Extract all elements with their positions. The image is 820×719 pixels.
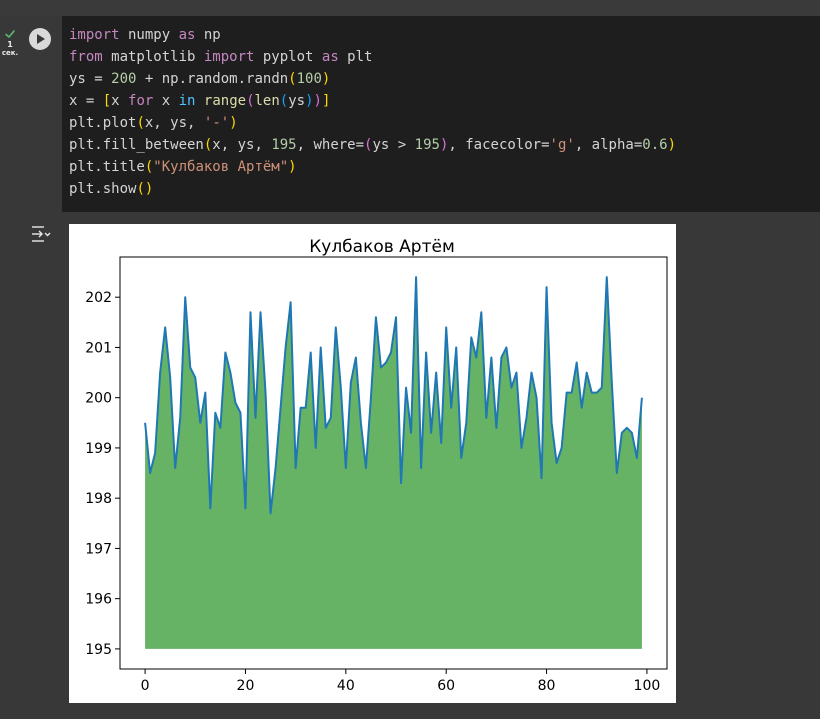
x-tick-label: 80 (538, 678, 556, 694)
y-tick-label: 195 (85, 642, 112, 658)
y-tick-label: 200 (85, 391, 112, 407)
execution-count: 1 (7, 40, 13, 49)
code-token: 'g' (549, 137, 575, 153)
code-token: x (153, 93, 179, 109)
chart: Кулбаков Артём 0 20 40 60 80 100 195 196 197 198… (69, 224, 676, 703)
code-token: ys > (372, 137, 415, 153)
output-toggle-button[interactable] (30, 224, 52, 244)
code-token: ] (321, 93, 331, 109)
code-line: ys = 200 + np.random.randn(100) (62, 68, 820, 90)
code-token: as (178, 27, 196, 43)
y-tick-label: 197 (85, 541, 112, 557)
y-tick-label: 202 (85, 290, 112, 306)
code-token: [ (102, 93, 112, 109)
code-token: ) (288, 159, 297, 175)
code-token: x, ys, (212, 137, 272, 153)
code-line: plt.fill_between(x, ys, 195, where=(ys >… (62, 134, 820, 156)
code-token: for (128, 93, 154, 109)
play-icon (37, 34, 45, 44)
cell-output: Кулбаков Артём 0 20 40 60 80 100 195 196 197 198… (69, 224, 676, 703)
code-token: import (69, 27, 120, 43)
code-token: np (195, 27, 221, 43)
code-token: plt (338, 49, 373, 65)
code-token: len (254, 93, 280, 109)
x-tick-label: 0 (141, 678, 150, 694)
code-token: ( (288, 71, 297, 87)
y-tick-label: 198 (85, 491, 112, 507)
code-token: "Кулбаков Артём" (153, 159, 289, 175)
code-token: ) (313, 93, 322, 109)
x-tick-label: 60 (437, 678, 455, 694)
code-token: plt.title (69, 159, 145, 175)
code-token: import (203, 49, 255, 65)
code-token: 100 (296, 71, 322, 87)
code-token: x = (69, 93, 103, 109)
code-token: 0.6 (642, 137, 668, 153)
code-token: ys (288, 93, 306, 109)
code-token: '-' (203, 115, 230, 131)
code-token: range (203, 93, 247, 109)
code-token: plt.show (69, 181, 137, 197)
code-line: plt.show() (62, 178, 820, 200)
code-token: numpy (119, 27, 179, 43)
code-token: plt.plot (69, 115, 137, 131)
code-token: , facecolor= (448, 137, 550, 153)
code-token: 195 (271, 137, 297, 153)
check-icon (5, 30, 15, 38)
code-token: () (136, 181, 154, 197)
top-toolbar-strip (0, 0, 820, 16)
code-line: import numpy as np (62, 24, 820, 46)
code-token: + np.random.randn (136, 71, 289, 87)
code-token: , alpha= (574, 137, 643, 153)
code-token: ) (229, 115, 238, 131)
output-toggle-icon (32, 226, 51, 242)
code-token: x, ys, (144, 115, 204, 131)
code-token: x (111, 93, 129, 109)
x-tick-label: 20 (237, 678, 255, 694)
cell-gutter: 1 сек. (0, 16, 62, 719)
run-cell-button[interactable] (29, 28, 51, 50)
code-token: , where= (296, 137, 365, 153)
chart-title: Кулбаков Артём (309, 237, 455, 257)
code-token: 195 (414, 137, 440, 153)
code-token: ( (279, 93, 289, 109)
code-token: pyplot (254, 49, 322, 65)
x-tick-label: 40 (337, 678, 355, 694)
code-token: ( (246, 93, 255, 109)
code-token: ) (305, 93, 314, 109)
code-line: from matplotlib import pyplot as plt (62, 46, 820, 68)
code-token: from (69, 49, 103, 65)
code-editor[interactable]: import numpy as np from matplotlib import… (62, 16, 820, 212)
code-token: ) (667, 137, 676, 153)
code-token: ) (321, 71, 331, 87)
code-token: as (321, 49, 339, 65)
code-token: in (178, 93, 196, 109)
execution-status: 1 сек. (0, 28, 20, 57)
x-tick-label: 100 (634, 678, 661, 694)
code-line: plt.title("Кулбаков Артём") (62, 156, 820, 178)
y-tick-label: 199 (85, 441, 112, 457)
y-tick-label: 196 (85, 592, 112, 608)
code-line: plt.plot(x, ys, '-') (62, 112, 820, 134)
code-cell: 1 сек. import numpy as np from matplotlib… (0, 16, 820, 719)
y-tick-label: 201 (85, 340, 112, 356)
code-token: ys = (69, 71, 112, 87)
execution-time-unit: сек. (1, 49, 19, 57)
code-token: 200 (111, 71, 137, 87)
code-token: ( (136, 115, 145, 131)
code-token: matplotlib (102, 49, 204, 65)
code-token: plt.fill_between (69, 137, 204, 153)
code-line: x = [x for x in range(len(ys))] (62, 90, 820, 112)
